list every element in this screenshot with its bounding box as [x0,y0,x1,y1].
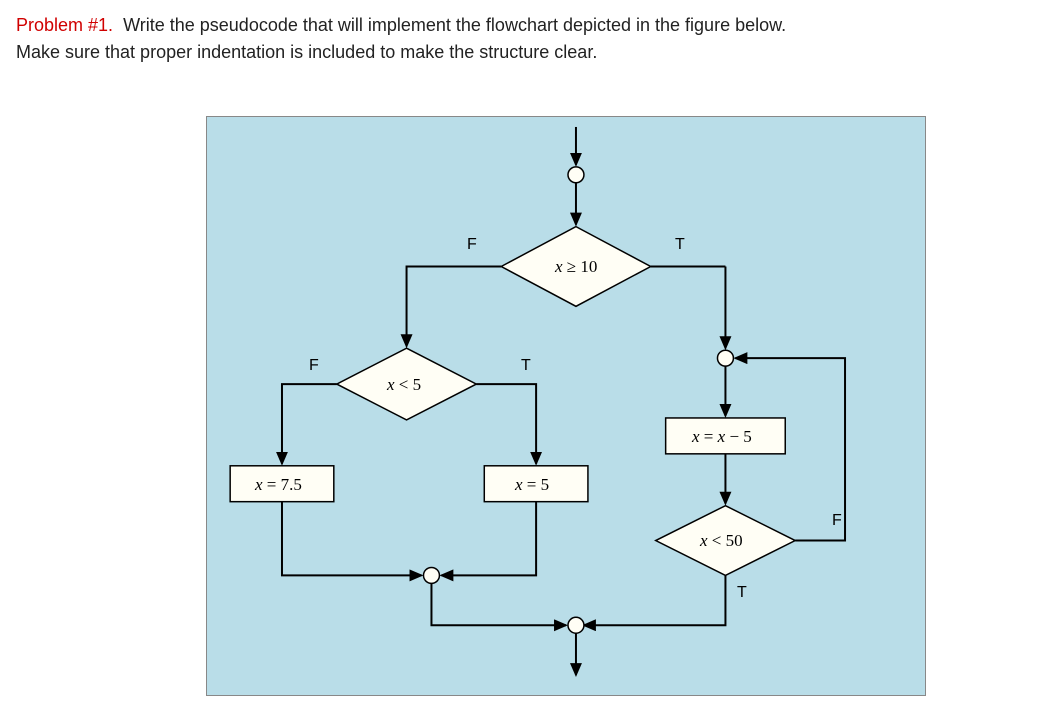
problem-statement: Problem #1. Write the pseudocode that wi… [16,12,1026,66]
label-d3: x < 50 [700,531,743,551]
d2-false-line [282,384,337,464]
flowchart: x ≥ 10 x < 5 x < 50 x = 7.5 x = 5 x = x … [206,116,926,696]
label-p2: x = 5 [515,475,549,495]
connector-bottom [568,617,584,633]
label-p3: x = x − 5 [692,427,752,447]
p2-merge [441,502,536,576]
connector-top [568,167,584,183]
connector-loop [717,350,733,366]
flowchart-svg [207,117,925,695]
label-d2: x < 5 [387,375,421,395]
branch-d3-true: T [737,584,747,602]
d1-false-line [407,266,502,346]
label-p1: x = 7.5 [255,475,302,495]
connector-merge [423,567,439,583]
problem-label: Problem #1. [16,15,113,35]
problem-text-line1: Write the pseudocode that will implement… [123,15,786,35]
label-d1: x ≥ 10 [555,257,597,277]
d3-true-down [584,575,726,625]
p1-merge [282,502,422,576]
d2-true-line [476,384,536,464]
branch-d1-true: T [675,236,685,254]
branch-d1-false: F [467,236,477,254]
branch-d2-false: F [309,357,319,375]
problem-text-line2: Make sure that proper indentation is inc… [16,42,597,62]
branch-d2-true: T [521,357,531,375]
merge-to-bottom [431,583,566,625]
branch-d3-false: F [832,512,842,530]
